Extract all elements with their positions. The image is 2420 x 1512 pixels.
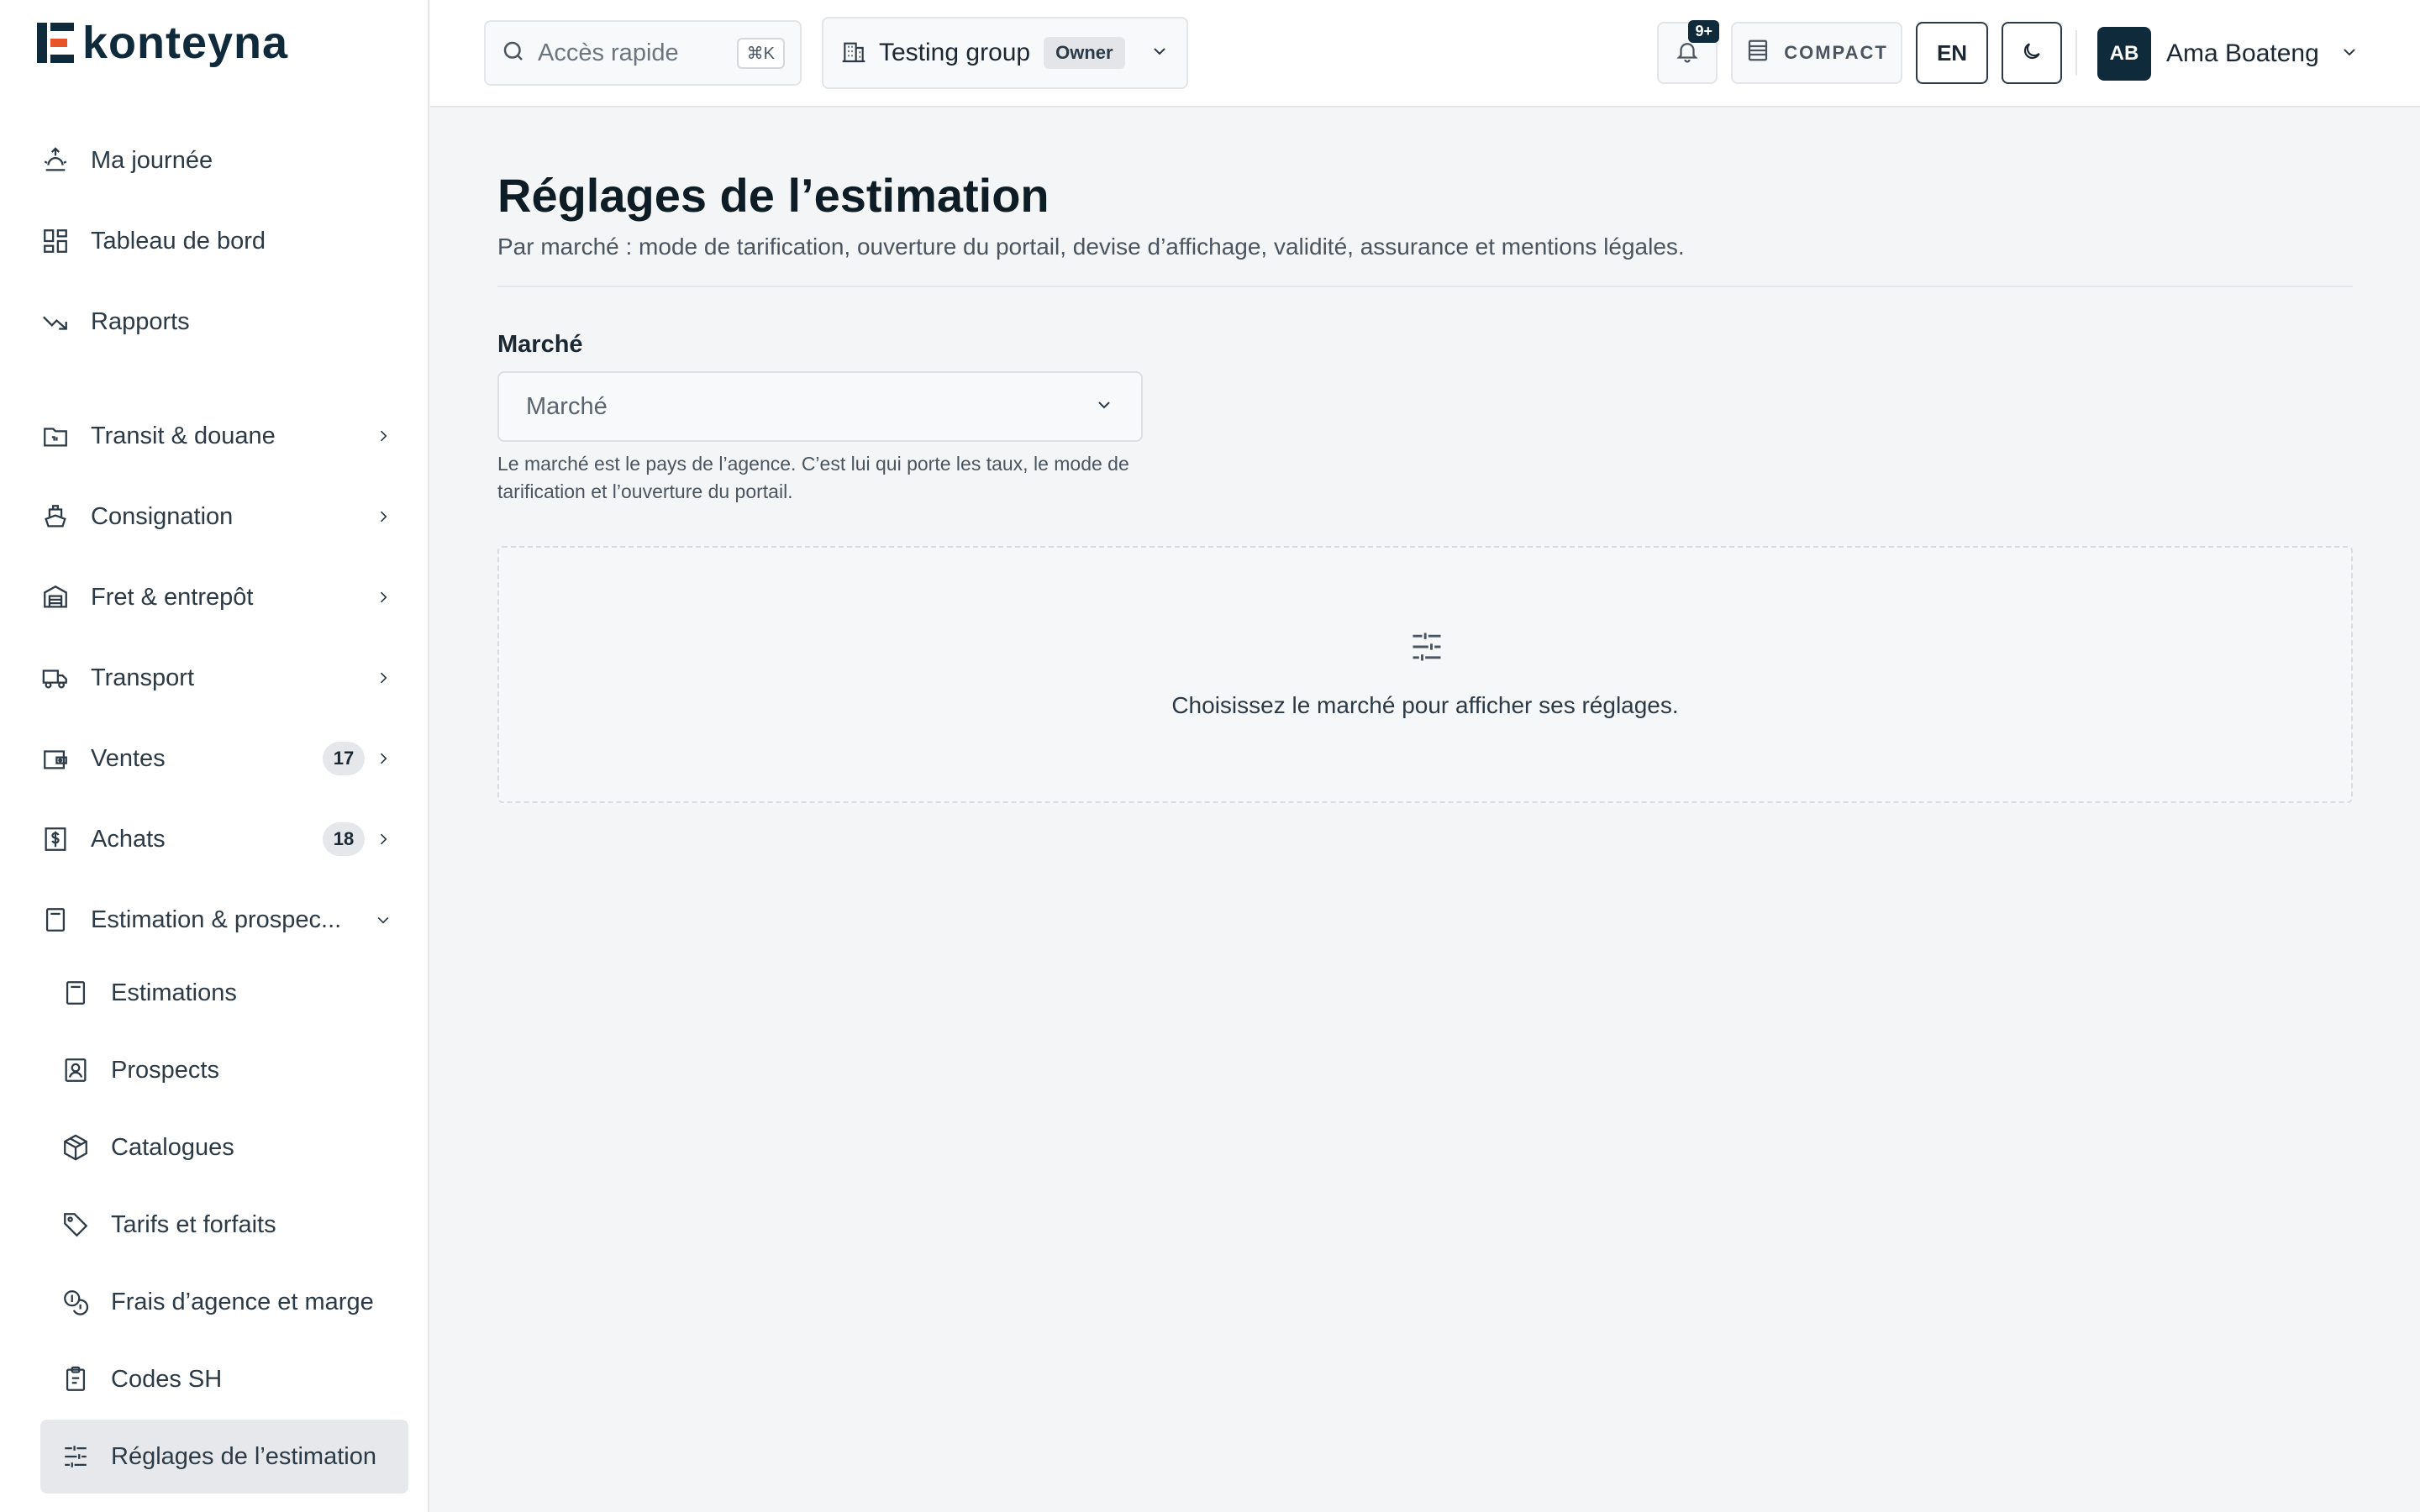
search-icon <box>501 39 526 68</box>
sidebar-item-consignation[interactable]: Consignation <box>40 487 393 546</box>
page-title: Réglages de l’estimation <box>497 169 1050 222</box>
ship-icon <box>40 501 71 532</box>
sidebar-item-label: Ventes <box>91 744 166 772</box>
theme-toggle-button[interactable] <box>2002 22 2062 84</box>
notifications-button[interactable]: 9+ <box>1657 20 1719 84</box>
truck-icon <box>40 663 71 693</box>
contact-icon <box>60 1055 91 1085</box>
dashboard-icon <box>40 226 71 256</box>
sidebar-item-label: Achats <box>91 825 166 853</box>
calculator-icon <box>60 978 91 1008</box>
wallet-icon <box>40 743 71 774</box>
user-name: Ama Boateng <box>2166 39 2319 67</box>
sidebar-subitem-reglages-estimation[interactable]: Réglages de l’estimation <box>40 1420 408 1494</box>
sidebar-item-label: Ma journée <box>91 146 213 174</box>
sidebar-item-label: Transport <box>91 664 195 691</box>
quick-search[interactable]: Accès rapide ⌘K <box>484 20 802 86</box>
konteyna-logo-icon <box>37 23 74 63</box>
sidebar-subitem-label: Estimations <box>111 979 237 1006</box>
sidebar-item-ventes[interactable]: Ventes 17 <box>40 729 393 788</box>
chevron-right-icon <box>373 507 393 527</box>
sidebar-item-label: Rapports <box>91 307 190 335</box>
sidebar-item-estimation-prospection[interactable]: Estimation & prospec... <box>40 890 393 949</box>
chevron-down-icon <box>2339 42 2360 66</box>
moon-icon <box>2021 40 2043 66</box>
sidebar-subitem-codes-sh[interactable]: Codes SH <box>40 1342 408 1416</box>
chevron-right-icon <box>373 829 393 849</box>
sidebar-subitem-label: Codes SH <box>111 1365 223 1393</box>
count-badge: 17 <box>323 742 365 775</box>
workspace-switcher[interactable]: Testing group Owner <box>822 17 1188 89</box>
chevron-right-icon <box>373 668 393 688</box>
sidebar-item-label: Fret & entrepôt <box>91 583 254 611</box>
notifications-count: 9+ <box>1688 20 1719 43</box>
chevron-down-icon <box>1150 41 1170 66</box>
receipt-dollar-icon <box>40 824 71 854</box>
market-help-text: Le marché est le pays de l’agence. C’est… <box>497 453 1129 502</box>
chevron-down-icon <box>1094 395 1114 419</box>
sliders-icon <box>1408 628 1445 669</box>
count-badge: 18 <box>323 822 365 856</box>
chevron-right-icon <box>373 587 393 607</box>
brand-logo[interactable]: konteyna <box>37 20 288 66</box>
sidebar-item-achats[interactable]: Achats 18 <box>40 810 393 869</box>
language-button[interactable]: EN <box>1916 22 1988 84</box>
search-placeholder: Accès rapide <box>538 39 679 66</box>
sidebar-subitem-catalogues[interactable]: Catalogues <box>40 1110 408 1184</box>
sidebar-subitem-prospects[interactable]: Prospects <box>40 1033 408 1107</box>
workspace-name: Testing group <box>879 39 1031 66</box>
sidebar-subitem-label: Réglages de l’estimation <box>111 1442 376 1470</box>
sidebar-subitem-label: Catalogues <box>111 1133 234 1161</box>
topbar-divider <box>2075 30 2077 76</box>
user-menu[interactable]: AB Ama Boateng <box>2097 27 2360 81</box>
folder-icon <box>40 421 71 451</box>
market-select-value: Marché <box>526 392 608 420</box>
sun-rise-icon <box>40 145 71 176</box>
sidebar-subitem-label: Prospects <box>111 1056 219 1084</box>
sidebar-subitem-label: Tarifs et forfaits <box>111 1210 276 1238</box>
package-icon <box>60 1132 91 1163</box>
brand-name: konteyna <box>82 18 289 68</box>
empty-state: Choisissez le marché pour afficher ses r… <box>497 546 2353 803</box>
sidebar-subitem-estimations[interactable]: Estimations <box>40 956 408 1030</box>
language-label: EN <box>1936 39 1968 66</box>
compact-toggle-button[interactable]: COMPACT <box>1731 22 1902 84</box>
role-badge: Owner <box>1044 37 1125 69</box>
section-divider <box>497 286 2353 287</box>
tag-icon <box>60 1210 91 1240</box>
sidebar-item-ma-journee[interactable]: Ma journée <box>40 131 393 190</box>
market-select[interactable]: Marché <box>497 371 1143 442</box>
sliders-icon <box>60 1441 91 1472</box>
density-icon <box>1745 38 1770 68</box>
sidebar-subitem-tarifs-forfaits[interactable]: Tarifs et forfaits <box>40 1188 408 1262</box>
building-icon <box>840 38 867 69</box>
sidebar-item-label: Consignation <box>91 502 234 530</box>
sidebar-item-transport[interactable]: Transport <box>40 648 393 707</box>
warehouse-icon <box>40 582 71 612</box>
chevron-right-icon <box>373 748 393 769</box>
sidebar: konteyna Ma journée Tableau de bord Rapp… <box>0 0 429 1512</box>
page-subtitle: Par marché : mode de tarification, ouver… <box>497 234 1685 260</box>
sidebar-item-fret-entrepot[interactable]: Fret & entrepôt <box>40 568 393 627</box>
sidebar-item-rapports[interactable]: Rapports <box>40 292 393 351</box>
calculator-icon <box>40 905 71 935</box>
sidebar-item-transit-douane[interactable]: Transit & douane <box>40 407 393 465</box>
search-shortcut: ⌘K <box>736 37 785 69</box>
chevron-right-icon <box>373 426 393 446</box>
coins-icon <box>60 1287 91 1317</box>
sidebar-item-label: Estimation & prospec... <box>91 906 342 933</box>
sidebar-item-tableau-de-bord[interactable]: Tableau de bord <box>40 212 393 270</box>
avatar: AB <box>2097 27 2151 81</box>
compact-label: COMPACT <box>1784 42 1888 63</box>
chevron-down-icon <box>373 910 393 930</box>
sidebar-item-label: Transit & douane <box>91 422 276 449</box>
sidebar-item-label: Tableau de bord <box>91 227 266 255</box>
market-field-label: Marché <box>497 331 583 358</box>
empty-state-message: Choisissez le marché pour afficher ses r… <box>1171 692 1679 718</box>
clipboard-icon <box>60 1364 91 1394</box>
sidebar-subitem-frais-agence-marge[interactable]: Frais d’agence et marge <box>40 1265 408 1339</box>
trend-down-icon <box>40 307 71 337</box>
sidebar-subitem-label: Frais d’agence et marge <box>111 1288 374 1315</box>
